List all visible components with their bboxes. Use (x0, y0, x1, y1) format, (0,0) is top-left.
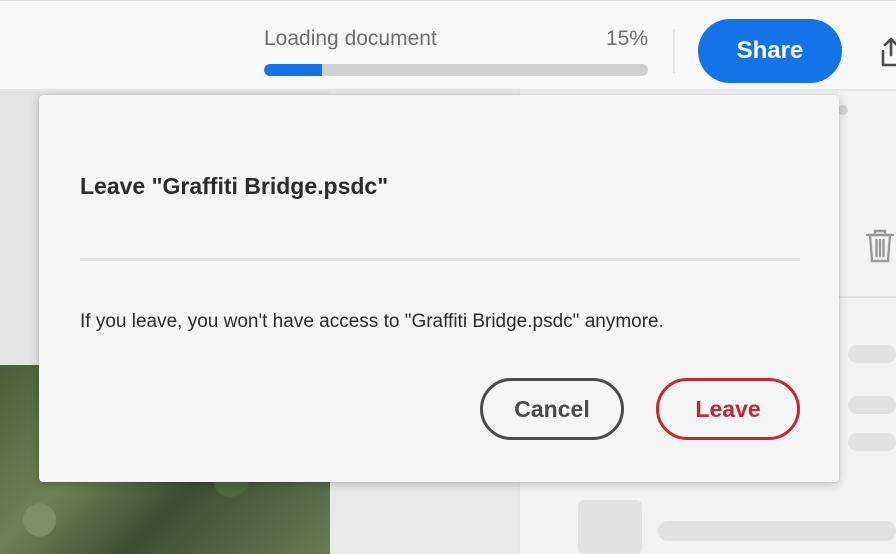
top-toolbar: Loading document 15% Share (0, 0, 896, 90)
dialog-message: If you leave, you won't have access to "… (80, 311, 664, 332)
panel-placeholder-bar (658, 521, 896, 541)
panel-placeholder-bar (848, 345, 896, 363)
loading-progress-bar (264, 64, 648, 76)
dialog-title: Leave "Graffiti Bridge.psdc" (80, 173, 389, 199)
panel-placeholder-bar (848, 433, 896, 451)
share-button[interactable]: Share (698, 19, 842, 83)
panel-placeholder-thumbnail (578, 500, 642, 554)
loading-progress-percent: 15% (605, 27, 648, 50)
panel-placeholder-bar (848, 396, 896, 414)
toolbar-divider (673, 29, 675, 73)
leave-button[interactable]: Leave (656, 378, 800, 440)
loading-status-label: Loading document (264, 27, 437, 50)
panel-handle (838, 105, 848, 115)
loading-progress-fill (264, 64, 322, 76)
cancel-button[interactable]: Cancel (480, 378, 624, 440)
trash-icon[interactable] (864, 228, 896, 264)
export-icon[interactable] (880, 35, 896, 69)
leave-document-dialog: Leave "Graffiti Bridge.psdc" If you leav… (39, 95, 839, 482)
dialog-divider (80, 258, 800, 261)
